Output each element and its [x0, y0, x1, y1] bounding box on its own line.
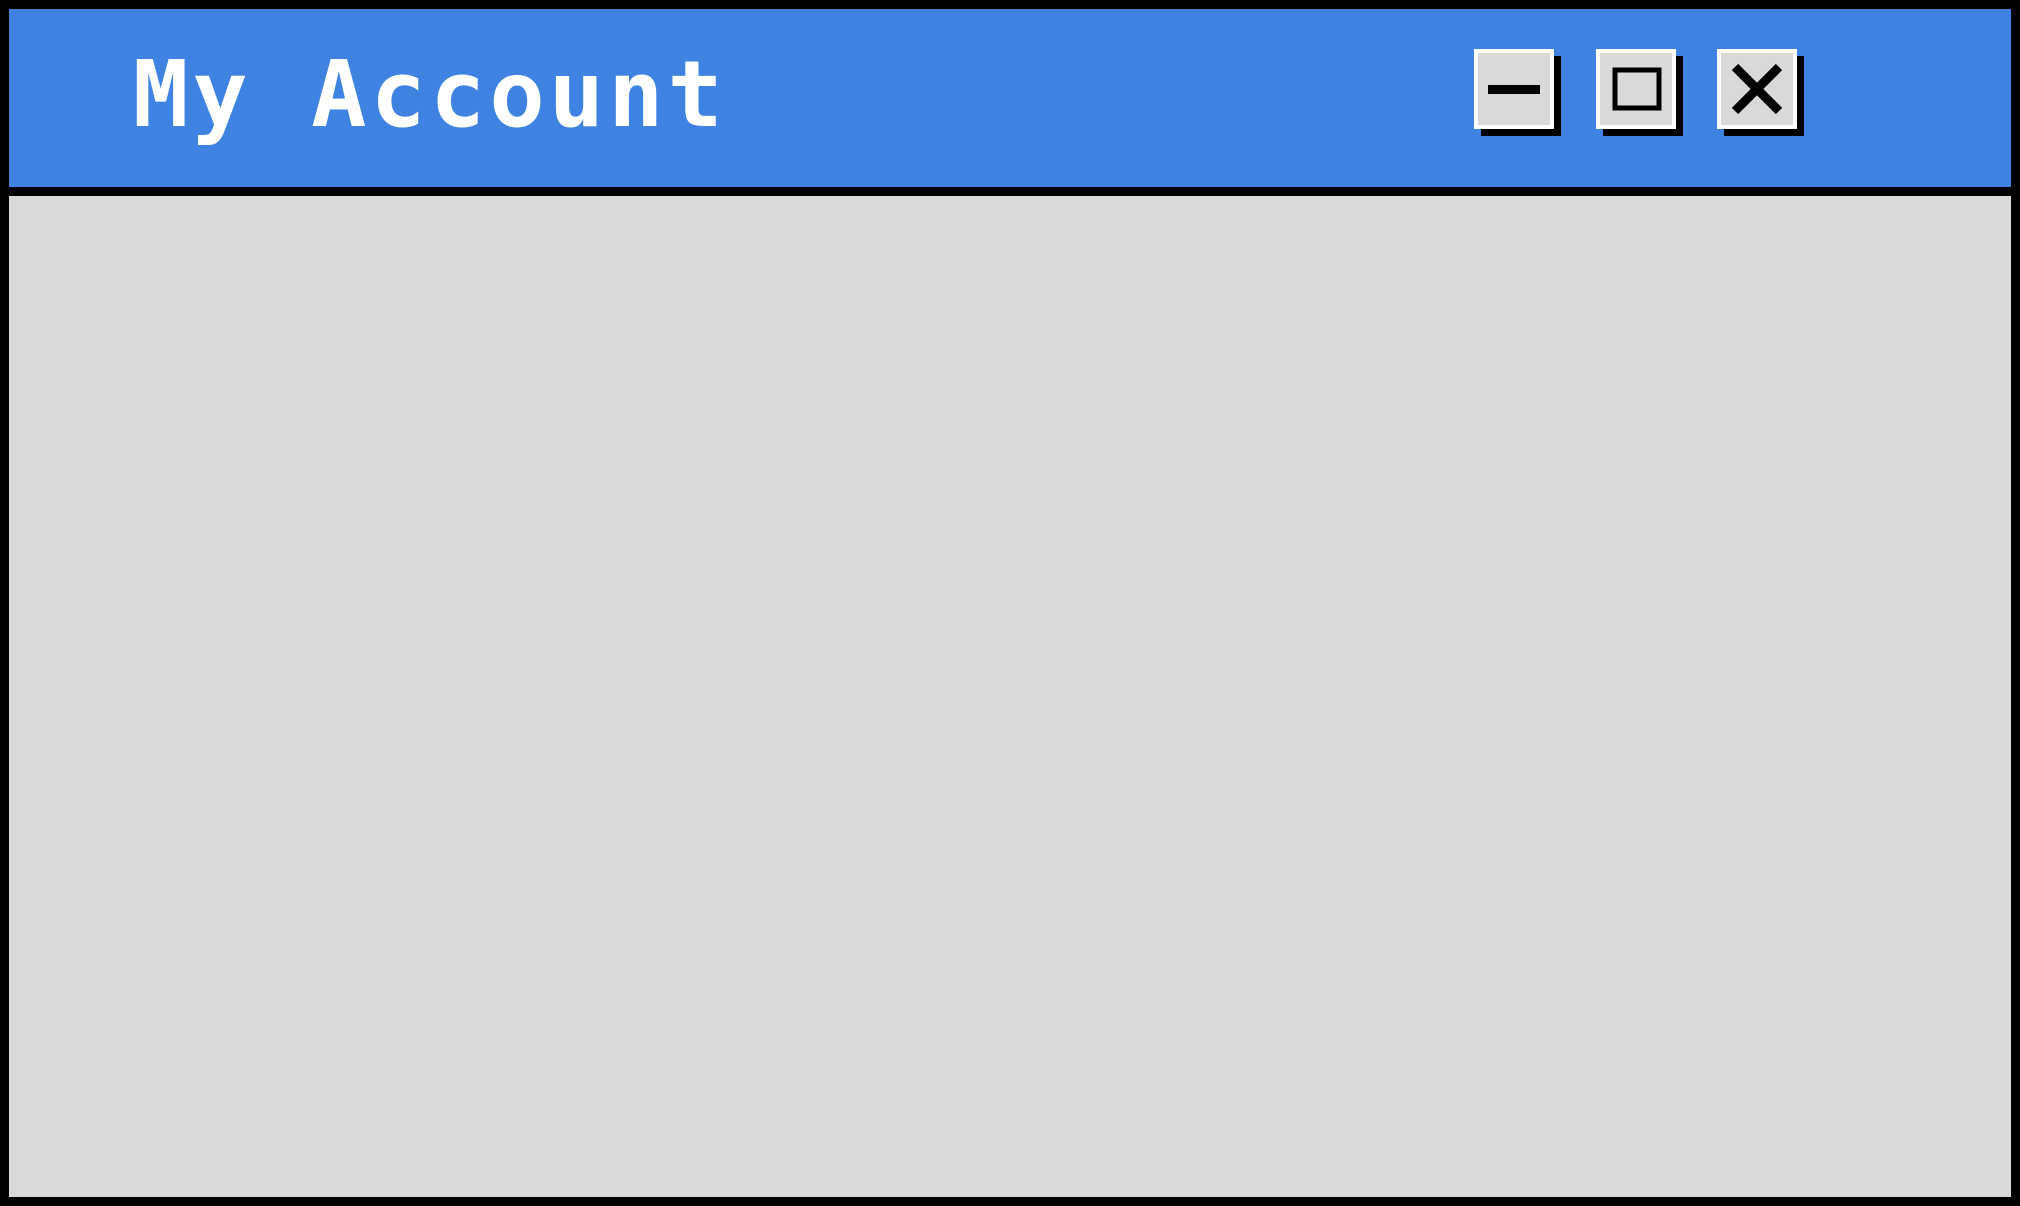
window-title: My Account: [133, 41, 727, 148]
close-icon: [1731, 63, 1783, 115]
account-window: My Account: [0, 0, 2020, 1206]
minimize-icon: [1488, 85, 1540, 94]
window-content: [9, 196, 2011, 1197]
close-button[interactable]: [1717, 49, 1797, 129]
maximize-button[interactable]: [1596, 49, 1676, 129]
title-bar[interactable]: My Account: [9, 9, 2011, 196]
minimize-button[interactable]: [1474, 49, 1554, 129]
maximize-icon: [1612, 67, 1662, 111]
